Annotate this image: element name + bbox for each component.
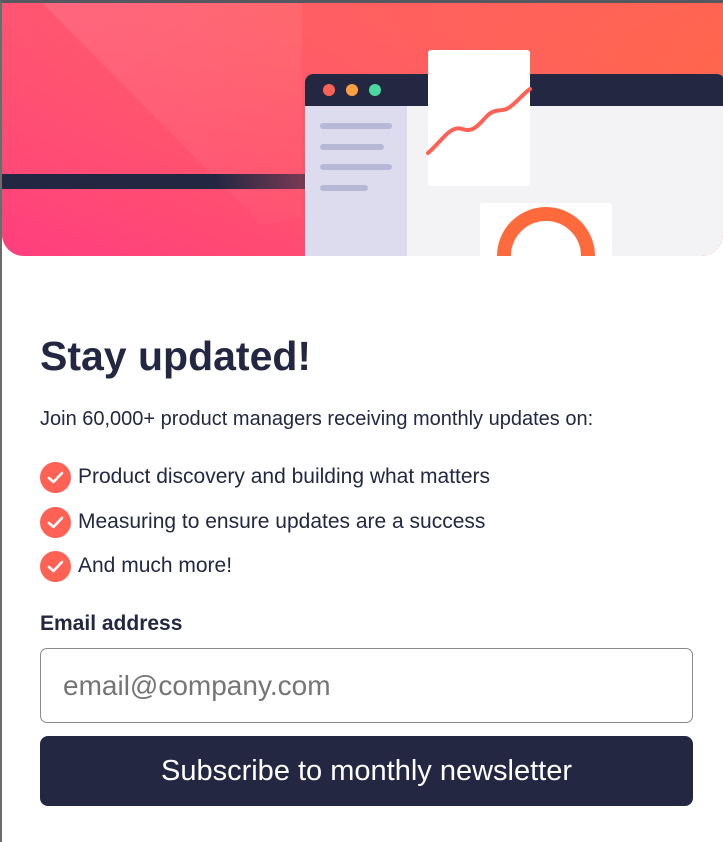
- list-item: And much more!: [40, 550, 232, 582]
- hero-stripe: [2, 174, 307, 189]
- hero-illustration: [2, 3, 723, 256]
- dashboard-illustration: [2, 3, 723, 256]
- window-dot-orange: [346, 84, 358, 96]
- page-title: Stay updated!: [40, 333, 312, 379]
- check-icon: [40, 461, 71, 493]
- list-item: Product discovery and building what matt…: [40, 461, 490, 493]
- subscribe-button[interactable]: Subscribe to monthly newsletter: [40, 736, 693, 806]
- list-item-text: Product discovery and building what matt…: [78, 465, 491, 488]
- list-item-text: Measuring to ensure updates are a succes…: [78, 510, 486, 533]
- list-item: Measuring to ensure updates are a succes…: [40, 506, 485, 538]
- email-label: Email address: [40, 612, 183, 635]
- list-item-text: And much more!: [78, 554, 233, 577]
- line-chart-card: [426, 50, 532, 186]
- window-dot-green: [369, 84, 381, 96]
- intro-text: Join 60,000+ product managers receiving …: [40, 408, 594, 430]
- email-field[interactable]: [40, 648, 693, 723]
- check-icon: [40, 506, 71, 538]
- donut-chart-card: [480, 203, 612, 256]
- window-dot-red: [323, 84, 335, 96]
- check-icon: [40, 550, 71, 582]
- newsletter-card: Stay updated! Join 60,000+ product manag…: [0, 0, 723, 842]
